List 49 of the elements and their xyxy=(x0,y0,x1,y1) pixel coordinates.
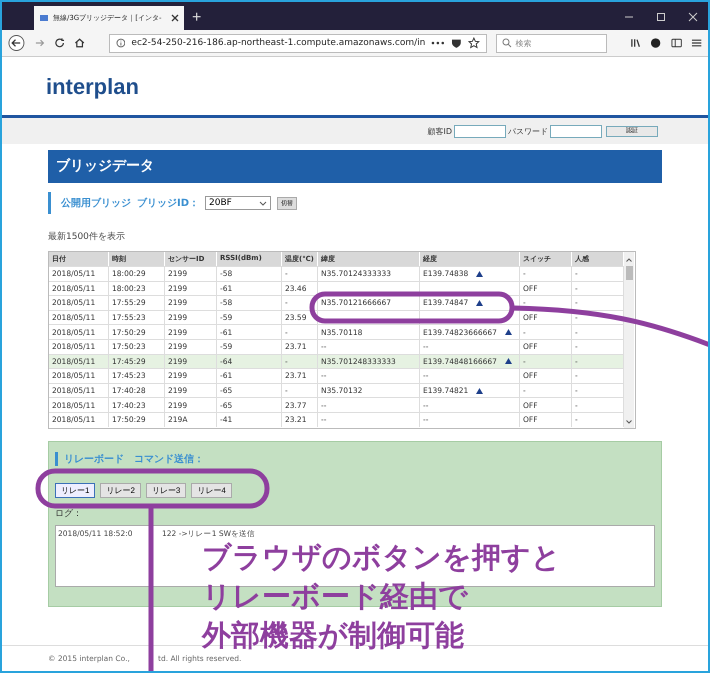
triangle-icon[interactable] xyxy=(504,329,512,336)
record-count-text: 最新1500件を表示 xyxy=(48,230,126,243)
triangle-icon[interactable] xyxy=(476,270,484,277)
info-icon xyxy=(116,38,126,48)
sidebar-icon[interactable] xyxy=(670,37,682,49)
callout-text: 外部機器が制御可能 xyxy=(202,617,464,654)
maximize-icon[interactable] xyxy=(656,12,666,22)
search-field[interactable]: 検索 xyxy=(496,34,607,52)
triangle-icon[interactable] xyxy=(504,358,512,364)
page-icon xyxy=(39,13,49,23)
more-icon[interactable] xyxy=(431,41,446,45)
address-bar[interactable]: ec2-54-250-216-186.ap-northeast-1.compute.amazonaws.com/in xyxy=(108,34,487,52)
relay-button[interactable]: リレー3 xyxy=(146,483,186,498)
shield-icon[interactable] xyxy=(451,38,462,48)
home-icon[interactable] xyxy=(74,37,86,49)
search-icon xyxy=(502,38,512,48)
back-icon[interactable] xyxy=(8,34,25,52)
scrollbar[interactable] xyxy=(624,252,634,428)
relay-button[interactable]: リレー2 xyxy=(100,483,141,498)
reload-icon[interactable] xyxy=(54,37,66,49)
relay-section-title: リレーボード コマンド送信： xyxy=(55,452,655,466)
account-icon[interactable] xyxy=(650,37,662,49)
customer-id-label: 顧客ID xyxy=(427,126,452,136)
customer-id-field[interactable] xyxy=(454,124,506,138)
relay-button[interactable]: リレー4 xyxy=(191,483,232,498)
relay-button[interactable]: リレー1 xyxy=(55,483,96,498)
triangle-icon[interactable] xyxy=(476,388,484,394)
url-text: ec2-54-250-216-186.ap-northeast-1.compute.amazonaws.com/in xyxy=(131,38,426,48)
bridge-id-label: ブリッジID： xyxy=(137,196,200,210)
bridge-id-dropdown[interactable]: 20BF xyxy=(205,196,272,210)
close-icon[interactable] xyxy=(171,14,179,22)
search-placeholder: 検索 xyxy=(516,38,532,48)
callout-text: ブラウザのボタンを押すと xyxy=(202,539,561,576)
triangle-icon[interactable] xyxy=(476,300,484,306)
chevron-down-icon xyxy=(259,200,268,206)
star-icon[interactable] xyxy=(468,37,480,49)
scroll-down-icon[interactable] xyxy=(626,420,632,424)
password-label: パスワード xyxy=(508,126,548,136)
menu-icon[interactable] xyxy=(690,37,702,49)
log-label: ログ： xyxy=(55,508,83,520)
bridge-label: 公開用ブリッジ xyxy=(61,196,131,210)
scroll-up-icon[interactable] xyxy=(626,258,632,262)
password-field[interactable] xyxy=(550,124,602,138)
library-icon[interactable] xyxy=(630,37,642,49)
new-tab-button[interactable]: + xyxy=(184,6,210,30)
scroll-thumb[interactable] xyxy=(626,266,632,280)
site-logo[interactable]: interplan xyxy=(46,74,139,99)
panel-title: ブリッジデータ xyxy=(48,150,662,183)
forward-icon[interactable] xyxy=(34,37,46,49)
